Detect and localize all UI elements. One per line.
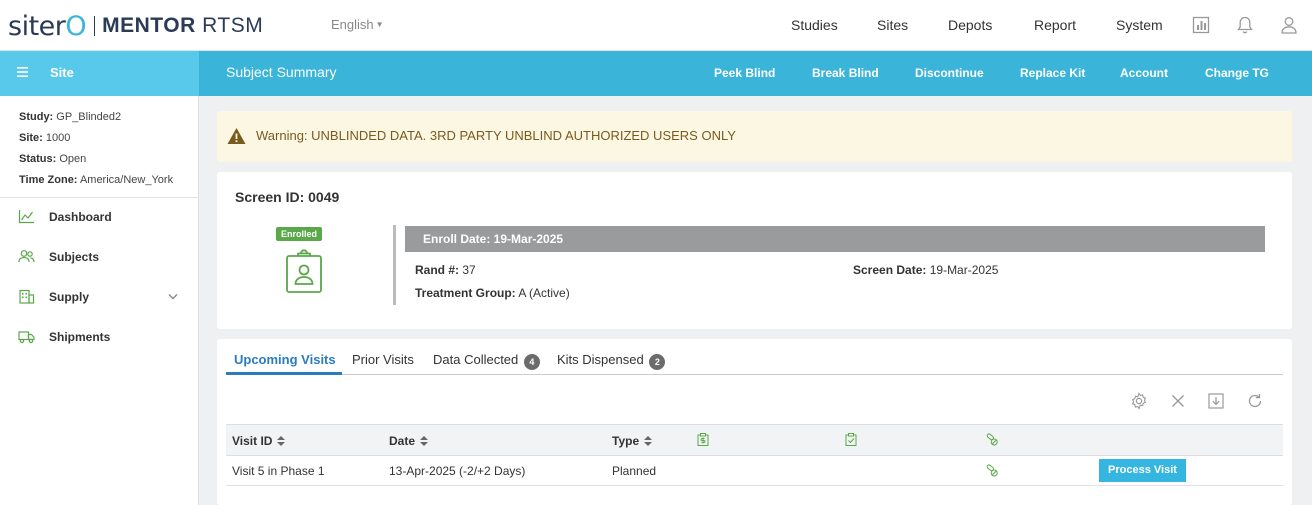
- process-visit-button[interactable]: Process Visit: [1099, 459, 1186, 482]
- sidebar-item-dashboard[interactable]: Dashboard: [0, 202, 199, 232]
- sidebar-item-label: Subjects: [49, 250, 100, 264]
- warning-text: Warning: UNBLINDED DATA. 3RD PARTY UNBLI…: [256, 128, 736, 143]
- sidebar-item-subjects[interactable]: Subjects: [0, 242, 199, 272]
- site-info: Study: GP_Blinded2 Site: 1000 Status: Op…: [0, 96, 198, 191]
- column-type[interactable]: Type: [612, 434, 653, 448]
- sidebar-item-label: Dashboard: [49, 210, 112, 224]
- download-icon[interactable]: [1207, 392, 1225, 410]
- cell-type: Planned: [612, 464, 657, 478]
- cell-visit-id: Visit 5 in Phase 1: [232, 464, 325, 478]
- logo[interactable]: siterO MENTOR RTSM: [8, 10, 263, 42]
- info-study: Study: GP_Blinded2: [19, 111, 122, 123]
- chart-line-icon: [18, 210, 34, 224]
- logo-divider: [94, 16, 96, 36]
- info-site: Site: 1000: [19, 132, 71, 144]
- users-icon: [18, 250, 35, 263]
- info-status: Status: Open: [19, 153, 87, 165]
- caret-down-icon: ▼: [375, 20, 384, 29]
- tab-divider: [226, 374, 1283, 375]
- truck-icon: [18, 331, 35, 344]
- replace-kit-button[interactable]: Replace Kit: [1020, 66, 1085, 80]
- hamburger-menu-icon[interactable]: [16, 64, 32, 80]
- chevron-down-icon[interactable]: [168, 293, 178, 300]
- column-date[interactable]: Date: [389, 434, 429, 448]
- count-badge: 4: [523, 354, 540, 370]
- details-divider: [393, 225, 396, 305]
- sort-icon: [644, 436, 653, 446]
- treatment-group: Treatment Group: A (Active): [415, 286, 570, 300]
- pills-icon[interactable]: [986, 464, 998, 477]
- pills-icon: [986, 433, 998, 446]
- sidebar-item-label: Supply: [49, 290, 90, 304]
- building-icon: [19, 289, 35, 304]
- sidebar-item-label: Shipments: [49, 330, 111, 344]
- tab-upcoming-visits[interactable]: Upcoming Visits: [234, 352, 336, 367]
- account-button[interactable]: Account: [1120, 66, 1168, 80]
- screen-date: Screen Date: 19-Mar-2025: [853, 263, 999, 277]
- page-title: Subject Summary: [226, 64, 337, 80]
- settings-icon[interactable]: [1130, 392, 1148, 410]
- nav-report[interactable]: Report: [1034, 17, 1076, 33]
- info-timezone: Time Zone: America/New_York: [19, 174, 174, 186]
- subject-card: Screen ID: 0049 Enrolled Enroll Date: 19…: [217, 172, 1292, 329]
- product-name: MENTOR RTSM: [102, 14, 264, 37]
- language-selector[interactable]: English ▼: [331, 17, 384, 32]
- warning-banner: Warning: UNBLINDED DATA. 3RD PARTY UNBLI…: [217, 111, 1292, 162]
- sort-icon: [277, 436, 286, 446]
- reports-icon[interactable]: [1192, 15, 1210, 35]
- user-icon[interactable]: [1280, 15, 1298, 35]
- warning-icon: [227, 128, 246, 144]
- sidebar-title: Site: [50, 65, 74, 80]
- sort-icon: [420, 436, 429, 446]
- enroll-date-bar: Enroll Date: 19-Mar-2025: [405, 226, 1265, 252]
- bell-icon[interactable]: [1236, 15, 1254, 35]
- refresh-icon[interactable]: [1246, 392, 1264, 410]
- sidebar-item-supply[interactable]: Supply: [0, 282, 199, 312]
- active-tab-underline: [226, 372, 342, 375]
- column-visit-id[interactable]: Visit ID: [232, 434, 286, 448]
- sidebar: Study: GP_Blinded2 Site: 1000 Status: Op…: [0, 96, 199, 505]
- nav-studies[interactable]: Studies: [791, 17, 838, 33]
- brand-logo: siterO: [8, 10, 87, 42]
- tab-prior-visits[interactable]: Prior Visits: [352, 352, 414, 367]
- count-badge: 2: [649, 354, 666, 370]
- cell-date: 13-Apr-2025 (-2/+2 Days): [389, 464, 526, 478]
- visits-card: Upcoming Visits Prior Visits Data Collec…: [217, 339, 1292, 505]
- discontinue-button[interactable]: Discontinue: [915, 66, 984, 80]
- nav-system[interactable]: System: [1116, 17, 1163, 33]
- tab-data-collected[interactable]: Data Collected 4: [433, 352, 540, 370]
- clipboard-user-icon: [286, 249, 322, 293]
- break-blind-button[interactable]: Break Blind: [812, 66, 879, 80]
- status-badge: Enrolled: [276, 227, 323, 241]
- top-bar: siterO MENTOR RTSM English ▼ Studies Site…: [0, 0, 1312, 51]
- sidebar-divider: [0, 197, 199, 198]
- clipboard-check-icon: [845, 433, 857, 446]
- table-header: Visit ID Date Type: [226, 424, 1283, 456]
- clipboard-dollar-icon: [697, 433, 709, 446]
- screen-id: Screen ID: 0049: [235, 189, 340, 205]
- rand-number: Rand #: 37: [415, 263, 476, 277]
- sidebar-header: Site: [0, 51, 199, 96]
- sidebar-item-shipments[interactable]: Shipments: [0, 322, 199, 352]
- page-header: Subject Summary Peek Blind Break Blind D…: [199, 51, 1312, 96]
- nav-depots[interactable]: Depots: [948, 17, 992, 33]
- tab-kits-dispensed[interactable]: Kits Dispensed 2: [557, 352, 666, 370]
- change-tg-button[interactable]: Change TG: [1205, 66, 1269, 80]
- peek-blind-button[interactable]: Peek Blind: [714, 66, 775, 80]
- close-icon[interactable]: [1169, 392, 1187, 410]
- table-row: Visit 5 in Phase 1 13-Apr-2025 (-2/+2 Da…: [226, 456, 1283, 486]
- nav-sites[interactable]: Sites: [877, 17, 908, 33]
